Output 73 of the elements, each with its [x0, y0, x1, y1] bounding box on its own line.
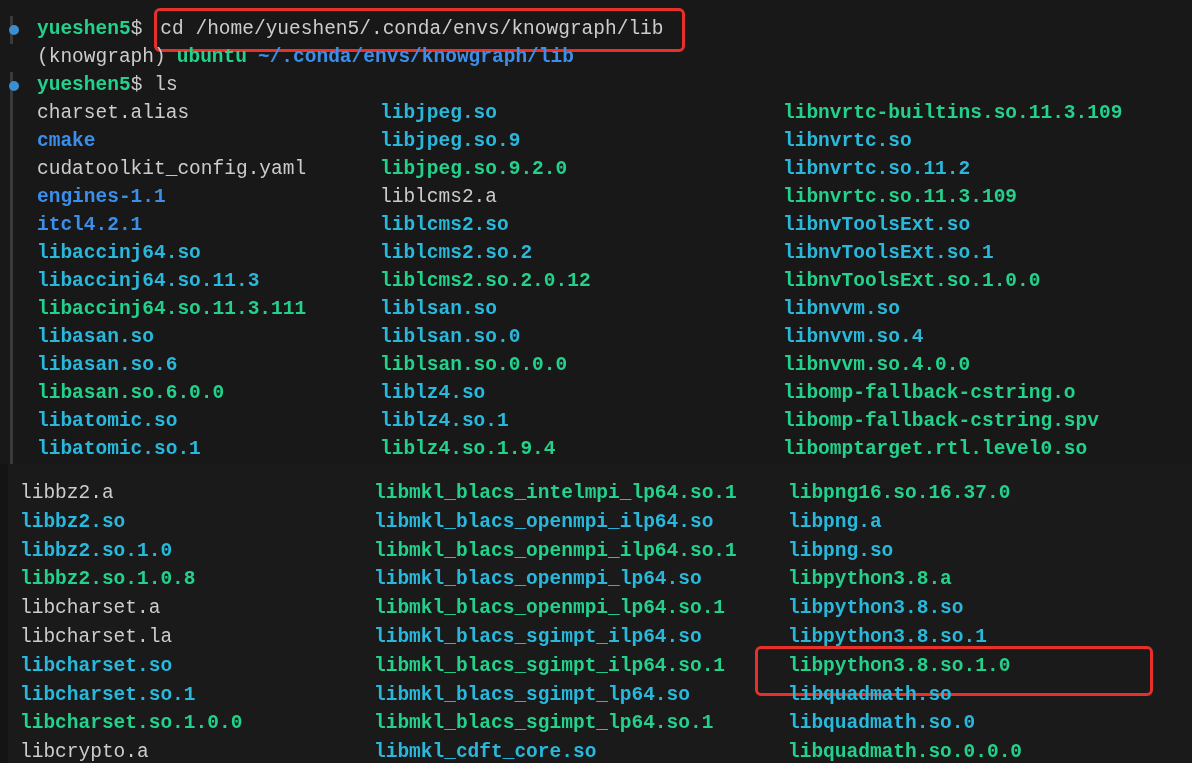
file-name: libquadmath.so.0	[788, 712, 976, 735]
file-name: liblcms2.so.2.0.12	[380, 270, 591, 293]
file-name: cmake	[37, 130, 96, 153]
file-name: libnvvm.so.4.0.0	[783, 354, 971, 377]
file-name: libomp-fallback-cstring.spv	[783, 410, 1099, 433]
prompt-user: yueshen5	[37, 73, 131, 99]
file-name: libaccinj64.so.11.3	[37, 270, 260, 293]
file-name: libomptarget.rtl.level0.so	[783, 438, 1088, 461]
file-name: libnvrtc.so	[783, 130, 912, 153]
file-name: libcrypto.a	[20, 741, 149, 763]
file-name: libpython3.8.so	[788, 597, 964, 620]
file-name: libmkl_blacs_openmpi_ilp64.so.1	[374, 539, 737, 562]
file-name: libasan.so.6.0.0	[37, 382, 225, 405]
file-name: liblsan.so.0	[380, 326, 521, 349]
prompt-symbol: $	[130, 73, 143, 99]
file-name: libnvToolsExt.so	[783, 214, 971, 237]
file-name: libasan.so	[37, 326, 155, 349]
file-name: libnvrtc-builtins.so.11.3.109	[783, 102, 1123, 125]
file-name: libmkl_blacs_openmpi_lp64.so.1	[374, 597, 726, 620]
file-name: libmkl_blacs_sgimpt_lp64.so.1	[374, 712, 714, 735]
file-name: libquadmath.so.0.0.0	[788, 741, 1023, 763]
file-name: libjpeg.so	[380, 102, 498, 125]
file-name: itcl4.2.1	[37, 214, 143, 237]
file-name: libaccinj64.so	[37, 242, 201, 265]
file-name: libnvToolsExt.so.1	[783, 242, 994, 265]
file-name: charset.alias	[37, 102, 190, 125]
prompt-symbol: $	[130, 17, 143, 43]
file-name: libmkl_blacs_openmpi_ilp64.so	[374, 510, 714, 533]
file-name: libmkl_blacs_sgimpt_ilp64.so.1	[374, 654, 726, 677]
file-name: libcharset.so	[20, 654, 173, 677]
file-name: libpng.so	[788, 539, 894, 562]
file-name: liblsan.so	[380, 298, 498, 321]
file-name: libpng16.so.16.37.0	[788, 482, 1011, 504]
file-name: libnvToolsExt.so.1.0.0	[783, 270, 1041, 293]
file-name: libnvvm.so.4	[783, 326, 924, 349]
file-name: libmkl_blacs_sgimpt_ilp64.so	[374, 626, 702, 648]
file-name: cudatoolkit_config.yaml	[37, 158, 307, 181]
file-name: libjpeg.so.9.2.0	[380, 158, 568, 181]
file-name: libpython3.8.so.1.0	[788, 654, 1011, 677]
file-name: liblz4.so	[380, 382, 486, 405]
file-name: engines-1.1	[37, 186, 166, 209]
file-name: libmkl_blacs_intelmpi_lp64.so.1	[374, 482, 737, 504]
file-name: libnvvm.so	[783, 298, 901, 321]
file-name: libpng.a	[788, 510, 882, 533]
file-name: libaccinj64.so.11.3.111	[37, 298, 307, 321]
file-name: libcharset.la	[20, 626, 173, 648]
file-name: liblcms2.so.2	[380, 242, 533, 265]
file-name: libnvrtc.so.11.3.109	[783, 186, 1018, 209]
file-name: liblz4.so.1	[380, 410, 509, 433]
file-name: libmkl_blacs_sgimpt_lp64.so	[374, 683, 690, 706]
file-name: libcharset.a	[20, 597, 161, 620]
file-name: libmkl_cdft_core.so	[374, 741, 597, 763]
file-name: libmkl_blacs_openmpi_lp64.so	[374, 568, 702, 591]
file-name: libasan.so.6	[37, 354, 178, 377]
file-name: libjpeg.so.9	[380, 130, 521, 153]
file-name: liblcms2.a	[380, 186, 498, 209]
file-name: libbz2.so.1.0.8	[20, 568, 196, 591]
file-name: libbz2.a	[20, 482, 114, 504]
file-name: libbz2.so.1.0	[20, 539, 173, 562]
file-name: libpython3.8.a	[788, 568, 952, 591]
file-name: libbz2.so	[20, 510, 126, 533]
prompt-user: yueshen5	[37, 17, 131, 43]
file-name: liblsan.so.0.0.0	[380, 354, 568, 377]
file-name: libcharset.so.1.0.0	[20, 712, 243, 735]
file-name: libcharset.so.1	[20, 683, 196, 706]
file-name: liblcms2.so	[380, 214, 509, 237]
command-text: ls	[154, 73, 178, 99]
file-name: libomp-fallback-cstring.o	[783, 382, 1076, 405]
file-name: libpython3.8.so.1	[788, 626, 987, 648]
file-name: libnvrtc.so.11.2	[783, 158, 971, 181]
file-name: libatomic.so.1	[37, 438, 201, 461]
file-name: libatomic.so	[37, 410, 178, 433]
file-name: liblz4.so.1.9.4	[380, 438, 556, 461]
